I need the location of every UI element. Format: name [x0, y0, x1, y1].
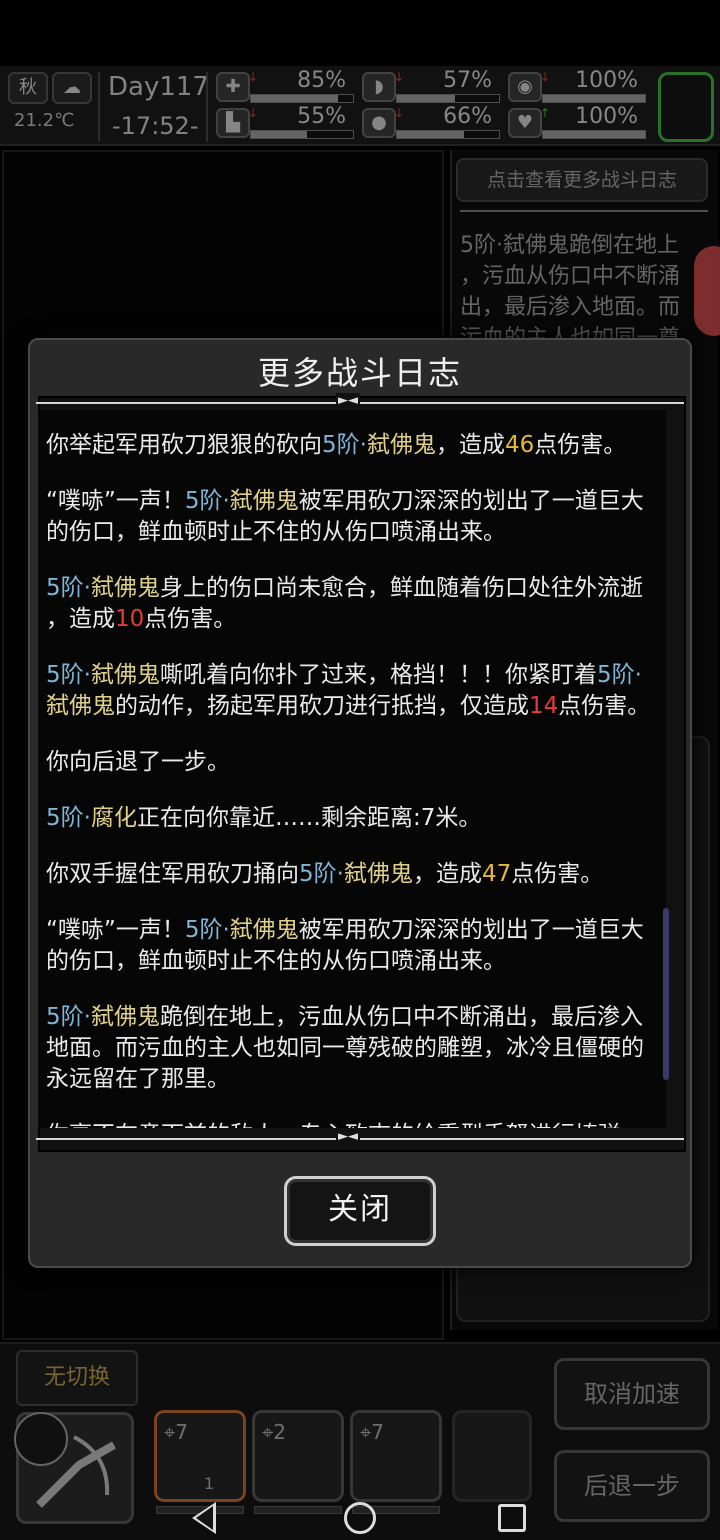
log-segment: 点伤害。 [511, 861, 604, 887]
ornament-divider-bottom [36, 1138, 684, 1140]
log-line: 5阶·弑佛鬼嘶吼着向你扑了过来，格挡！！！你紧盯着5阶· [46, 660, 666, 691]
log-segment: 你双手握住军用砍刀捅向 [46, 861, 299, 887]
log-segment: 弑佛鬼 [343, 861, 413, 887]
log-segment: 47 [481, 861, 512, 887]
system-nav-bar [0, 1494, 720, 1540]
log-segment: 弑佛鬼 [229, 488, 299, 514]
log-segment: 46 [504, 432, 535, 458]
log-line: 的伤口，鲜血顿时止不住的从伤口喷涌出来。 [46, 517, 666, 548]
log-entry: 5阶·腐化正在向你靠近……剩余距离:7米。 [46, 803, 666, 834]
log-entry: 你毫不在意面前的敌人，专心致志的给重型手弩进行填弹 [46, 1120, 666, 1128]
log-line: 弑佛鬼的动作，扬起军用砍刀进行抵挡，仅造成14点伤害。 [46, 691, 666, 722]
dialog-title: 更多战斗日志 [257, 354, 462, 392]
log-segment: 的伤口，鲜血顿时止不住的从伤口喷涌出来。 [46, 519, 506, 545]
log-segment: “噗哧”一声！ [46, 488, 185, 514]
log-entry: “噗哧”一声！5阶·弑佛鬼被军用砍刀深深的划出了一道巨大 的伤口，鲜血顿时止不住的… [46, 486, 666, 548]
log-scroll-area[interactable]: 你举起军用砍刀狠狠的砍向5阶·弑佛鬼，造成46点伤害。 “噗哧”一声！5阶·弑佛鬼… [38, 410, 666, 1128]
log-segment: 5阶· [46, 575, 91, 601]
log-segment: 5阶· [299, 861, 344, 887]
log-line: 你双手握住军用砍刀捅向5阶·弑佛鬼，造成47点伤害。 [46, 859, 666, 890]
log-entry: 你双手握住军用砍刀捅向5阶·弑佛鬼，造成47点伤害。 [46, 859, 666, 890]
log-line: 的伤口，鲜血顿时止不住的从伤口喷涌出来。 [46, 946, 666, 977]
log-segment: 弑佛鬼 [90, 575, 160, 601]
log-entry: 你举起军用砍刀狠狠的砍向5阶·弑佛鬼，造成46点伤害。 [46, 430, 666, 461]
log-segment: 10 [115, 606, 145, 632]
log-segment: 的伤口，鲜血顿时止不住的从伤口喷涌出来。 [46, 948, 506, 974]
log-line: 你向后退了一步。 [46, 747, 666, 778]
log-segment: 你举起军用砍刀狠狠的砍向 [46, 432, 322, 458]
log-line: “噗哧”一声！5阶·弑佛鬼被军用砍刀深深的划出了一道巨大 [46, 915, 666, 946]
log-segment: 5阶· [184, 917, 230, 943]
log-entry: 你向后退了一步。 [46, 747, 666, 778]
log-segment: 5阶· [46, 1004, 91, 1030]
log-segment: 弑佛鬼 [229, 917, 299, 943]
log-line: 地面。而污血的主人也如同一尊残破的雕塑，冰冷且僵硬的 [46, 1033, 666, 1064]
log-segment: 身上的伤口尚未愈合，鲜血随着伤口处往外流逝 [159, 575, 643, 601]
log-segment: 跪倒在地上，污血从伤口中不断涌出，最后渗入 [159, 1004, 643, 1030]
log-segment: 你毫不在意面前的敌人，专心致志的给重型手弩进行填弹 [46, 1122, 621, 1128]
log-entry: 5阶·弑佛鬼身上的伤口尚未愈合，鲜血随着伤口处往外流逝 ，造成10点伤害。 [46, 573, 666, 635]
log-segment: 弑佛鬼 [46, 693, 115, 719]
log-segment: “噗哧”一声！ [46, 917, 185, 943]
home-icon[interactable] [344, 1502, 376, 1534]
back-icon[interactable] [192, 1502, 216, 1534]
log-segment: 被军用砍刀深深的划出了一道巨大 [298, 488, 644, 514]
divider-arrows: ►◄ [336, 1129, 360, 1144]
log-segment: ，造成 [412, 861, 482, 887]
log-line: 你举起军用砍刀狠狠的砍向5阶·弑佛鬼，造成46点伤害。 [46, 430, 666, 461]
log-segment: 5阶· [322, 432, 367, 458]
log-line: 5阶·弑佛鬼跪倒在地上，污血从伤口中不断涌出，最后渗入 [46, 1002, 666, 1033]
log-segment: 5阶· [184, 488, 230, 514]
log-entry: 5阶·弑佛鬼跪倒在地上，污血从伤口中不断涌出，最后渗入 地面。而污血的主人也如同一… [46, 1002, 666, 1095]
log-line: “噗哧”一声！5阶·弑佛鬼被军用砍刀深深的划出了一道巨大 [46, 486, 666, 517]
log-segment: 14 [529, 693, 559, 719]
close-button[interactable]: 关闭 [284, 1176, 436, 1246]
log-segment: 腐化 [90, 805, 137, 831]
log-segment: 永远留在了那里。 [46, 1066, 230, 1092]
ornament-divider-top [36, 402, 684, 404]
log-segment: 点伤害。 [558, 693, 651, 719]
log-line: 5阶·腐化正在向你靠近……剩余距离:7米。 [46, 803, 666, 834]
log-segment: 点伤害。 [144, 606, 237, 632]
log-segment: 被军用砍刀深深的划出了一道巨大 [298, 917, 644, 943]
log-segment: 地面。而污血的主人也如同一尊残破的雕塑，冰冷且僵硬的 [46, 1035, 644, 1061]
log-segment: ，造成 [46, 606, 115, 632]
log-segment: 5阶· [596, 662, 642, 688]
log-segment: 的动作，扬起军用砍刀进行抵挡，仅造成 [115, 693, 529, 719]
log-segment: 弑佛鬼 [90, 662, 160, 688]
log-entry: 5阶·弑佛鬼嘶吼着向你扑了过来，格挡！！！你紧盯着5阶· 弑佛鬼的动作，扬起军用砍… [46, 660, 666, 722]
log-segment: 嘶吼着向你扑了过来，格挡！！！你紧盯着 [159, 662, 597, 688]
log-entry: “噗哧”一声！5阶·弑佛鬼被军用砍刀深深的划出了一道巨大 的伤口，鲜血顿时止不住的… [46, 915, 666, 977]
log-line: 你毫不在意面前的敌人，专心致志的给重型手弩进行填弹 [46, 1120, 666, 1128]
log-segment: 你向后退了一步。 [46, 749, 230, 775]
log-segment: 弑佛鬼 [90, 1004, 160, 1030]
recent-apps-icon[interactable] [498, 1504, 526, 1532]
log-segment: 5阶· [46, 805, 91, 831]
log-line: ，造成10点伤害。 [46, 604, 666, 635]
log-segment: 点伤害。 [534, 432, 627, 458]
log-line: 永远留在了那里。 [46, 1064, 666, 1095]
log-segment: ，造成 [435, 432, 505, 458]
log-content: 你举起军用砍刀狠狠的砍向5阶·弑佛鬼，造成46点伤害。 “噗哧”一声！5阶·弑佛鬼… [46, 430, 666, 1128]
log-segment: 5阶· [46, 662, 91, 688]
log-segment: 弑佛鬼 [366, 432, 436, 458]
log-segment: 正在向你靠近……剩余距离:7米。 [136, 805, 482, 831]
log-line: 5阶·弑佛鬼身上的伤口尚未愈合，鲜血随着伤口处往外流逝 [46, 573, 666, 604]
log-scrollbar[interactable] [663, 908, 669, 1080]
divider-arrows: ►◄ [336, 393, 360, 408]
